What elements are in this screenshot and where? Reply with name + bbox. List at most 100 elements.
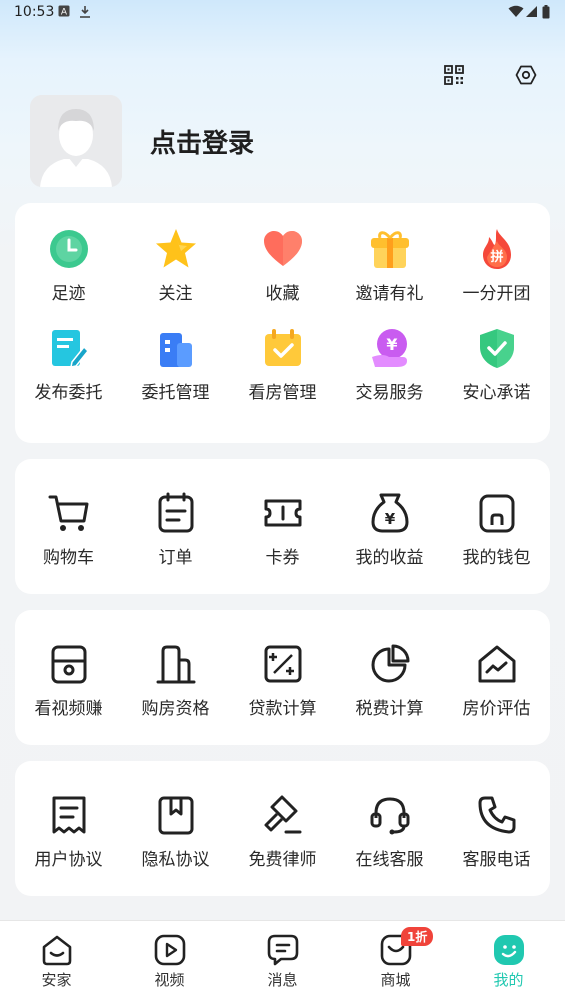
receipt-icon bbox=[52, 796, 85, 834]
building-outline-icon bbox=[156, 645, 195, 684]
footprint-label: 足迹 bbox=[51, 284, 86, 304]
service-phone-label: 客服电话 bbox=[462, 850, 531, 870]
cart-icon bbox=[48, 495, 88, 531]
clock-icon bbox=[49, 230, 88, 268]
headset-icon bbox=[370, 797, 409, 835]
invite-item[interactable]: 邀请有礼 bbox=[336, 227, 443, 304]
tools-card: 看视频赚 购房资格 贷款计算 税费计算 房价评估 bbox=[15, 610, 550, 745]
ticket-icon bbox=[264, 499, 301, 527]
viewing-manage-label: 看房管理 bbox=[248, 383, 317, 403]
login-label[interactable]: 点击登录 bbox=[150, 123, 254, 160]
message-icon bbox=[267, 934, 298, 966]
publish-entrust-item[interactable]: 发布委托 bbox=[15, 326, 122, 403]
nav-video[interactable]: 视频 bbox=[113, 921, 226, 1005]
calendar-check-icon bbox=[264, 329, 301, 366]
gavel-icon bbox=[264, 795, 301, 834]
yuan-coin-icon: ¥ bbox=[371, 329, 407, 367]
group-buy-label: 一分开团 bbox=[462, 284, 531, 304]
group-buy-item[interactable]: 拼 一分开团 bbox=[443, 227, 550, 304]
favorite-label: 收藏 bbox=[265, 284, 300, 304]
shield-check-icon bbox=[479, 329, 514, 368]
wallet-card: 购物车 订单 卡券 ¥ 我的收益 我的钱包 bbox=[15, 459, 550, 594]
qr-code-button[interactable] bbox=[441, 62, 467, 88]
follow-item[interactable]: 关注 bbox=[122, 227, 229, 304]
settings-button[interactable] bbox=[513, 62, 539, 88]
gift-icon bbox=[370, 231, 409, 268]
price-eval-item[interactable]: 房价评估 bbox=[443, 642, 550, 719]
nav-message[interactable]: 消息 bbox=[226, 921, 339, 1005]
bottom-nav: 安家 视频 消息 1折 商城 我的 bbox=[0, 920, 565, 1005]
nav-mine-label: 我的 bbox=[493, 971, 524, 989]
video-earn-label: 看视频赚 bbox=[34, 699, 103, 719]
publish-entrust-label: 发布委托 bbox=[34, 383, 103, 403]
loan-calc-item[interactable]: 贷款计算 bbox=[229, 642, 336, 719]
service-phone-item[interactable]: 客服电话 bbox=[443, 793, 550, 870]
nav-mine[interactable]: 我的 bbox=[452, 921, 565, 1005]
viewing-manage-item[interactable]: 看房管理 bbox=[229, 326, 336, 403]
flame-icon: 拼 bbox=[482, 229, 511, 269]
trade-service-label: 交易服务 bbox=[355, 383, 424, 403]
nav-home[interactable]: 安家 bbox=[0, 921, 113, 1005]
online-service-label: 在线客服 bbox=[355, 850, 424, 870]
header-actions bbox=[441, 62, 539, 88]
profile-header[interactable]: 点击登录 bbox=[30, 95, 254, 187]
orders-item[interactable]: 订单 bbox=[122, 491, 229, 568]
shop-discount-badge: 1折 bbox=[401, 927, 434, 946]
loan-calc-label: 贷款计算 bbox=[248, 699, 317, 719]
cart-label: 购物车 bbox=[43, 548, 94, 568]
privacy-item[interactable]: 隐私协议 bbox=[122, 793, 229, 870]
online-service-item[interactable]: 在线客服 bbox=[336, 793, 443, 870]
edit-doc-icon bbox=[51, 330, 89, 368]
user-agreement-label: 用户协议 bbox=[34, 850, 103, 870]
purchase-qualify-item[interactable]: 购房资格 bbox=[122, 642, 229, 719]
notification-a-icon: A bbox=[58, 5, 70, 17]
footprint-item[interactable]: 足迹 bbox=[15, 227, 122, 304]
pie-chart-icon bbox=[371, 644, 409, 683]
orders-label: 订单 bbox=[158, 548, 193, 568]
promise-item[interactable]: 安心承诺 bbox=[443, 326, 550, 403]
wifi-icon bbox=[508, 5, 524, 17]
profile-face-icon bbox=[493, 935, 524, 965]
free-lawyer-item[interactable]: 免费律师 bbox=[229, 793, 336, 870]
price-eval-label: 房价评估 bbox=[462, 699, 531, 719]
calculator-icon bbox=[264, 645, 301, 683]
earnings-label: 我的收益 bbox=[355, 548, 424, 568]
nav-message-label: 消息 bbox=[267, 971, 298, 989]
bookmark-doc-icon bbox=[158, 796, 193, 835]
play-icon bbox=[154, 934, 185, 966]
video-earn-item[interactable]: 看视频赚 bbox=[15, 642, 122, 719]
avatar[interactable] bbox=[30, 95, 122, 187]
entrust-manage-item[interactable]: 委托管理 bbox=[122, 326, 229, 403]
support-card: 用户协议 隐私协议 免费律师 在线客服 客服电话 bbox=[15, 761, 550, 896]
settings-icon bbox=[515, 65, 537, 85]
wallet-item[interactable]: 我的钱包 bbox=[443, 491, 550, 568]
favorite-item[interactable]: 收藏 bbox=[229, 227, 336, 304]
user-agreement-item[interactable]: 用户协议 bbox=[15, 793, 122, 870]
promise-label: 安心承诺 bbox=[462, 383, 531, 403]
services-card: 足迹 关注 收藏 邀请有礼 拼 一分开团 发布委托 委托管理 看房管理 ¥ 交易… bbox=[15, 203, 550, 443]
coupons-item[interactable]: 卡券 bbox=[229, 491, 336, 568]
free-lawyer-label: 免费律师 bbox=[248, 850, 317, 870]
trade-service-item[interactable]: ¥ 交易服务 bbox=[336, 326, 443, 403]
invite-label: 邀请有礼 bbox=[355, 284, 424, 304]
phone-icon bbox=[478, 796, 515, 834]
tax-calc-label: 税费计算 bbox=[355, 699, 424, 719]
svg-text:拼: 拼 bbox=[490, 249, 503, 265]
coupons-label: 卡券 bbox=[265, 548, 300, 568]
nav-home-label: 安家 bbox=[41, 971, 72, 989]
nav-shop-label: 商城 bbox=[380, 971, 411, 989]
tax-calc-item[interactable]: 税费计算 bbox=[336, 642, 443, 719]
money-bag-icon: ¥ bbox=[371, 493, 408, 533]
svg-text:¥: ¥ bbox=[384, 510, 395, 528]
building-icon bbox=[159, 333, 192, 367]
video-earn-icon bbox=[51, 645, 86, 684]
earnings-item[interactable]: ¥ 我的收益 bbox=[336, 491, 443, 568]
status-time: 10:53 bbox=[14, 4, 55, 20]
wallet-label: 我的钱包 bbox=[462, 548, 531, 568]
purchase-qualify-label: 购房资格 bbox=[141, 699, 210, 719]
qr-code-icon bbox=[444, 65, 464, 85]
nav-video-label: 视频 bbox=[154, 971, 185, 989]
cart-item[interactable]: 购物车 bbox=[15, 491, 122, 568]
nav-shop[interactable]: 1折 商城 bbox=[339, 921, 452, 1005]
house-trend-icon bbox=[478, 645, 515, 683]
